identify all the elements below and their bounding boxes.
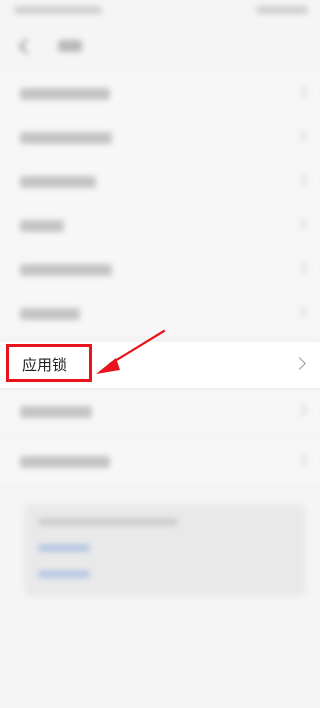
title-bar (0, 28, 320, 68)
card-link[interactable] (38, 544, 90, 552)
arrow-annotation-icon (96, 329, 166, 374)
row-label (20, 456, 110, 468)
card-link[interactable] (38, 570, 90, 578)
chevron-right-icon (293, 216, 309, 232)
settings-row[interactable] (0, 72, 320, 117)
settings-row[interactable] (0, 248, 320, 293)
settings-row[interactable] (0, 116, 320, 161)
chevron-right-icon (293, 84, 309, 100)
chevron-right-icon (293, 357, 306, 370)
row-label (20, 308, 80, 320)
highlight-frame (6, 344, 92, 382)
status-bar (0, 0, 320, 22)
settings-row[interactable] (0, 390, 320, 435)
info-card (24, 504, 306, 596)
chevron-right-icon (293, 402, 309, 418)
chevron-right-icon (293, 128, 309, 144)
status-bar-left (14, 6, 102, 14)
row-label (20, 220, 64, 232)
card-text (38, 518, 178, 526)
chevron-right-icon (293, 304, 309, 320)
row-label (20, 132, 112, 144)
status-bar-right (256, 6, 308, 14)
chevron-right-icon (293, 452, 309, 468)
row-label (20, 406, 92, 418)
settings-screen: 应用锁 (0, 0, 320, 708)
row-label (20, 176, 96, 188)
back-arrow-icon[interactable] (18, 38, 34, 54)
settings-row[interactable] (0, 204, 320, 249)
row-label (20, 88, 110, 100)
settings-row[interactable] (0, 440, 320, 485)
chevron-right-icon (293, 172, 309, 188)
row-label (20, 264, 112, 276)
chevron-right-icon (293, 260, 309, 276)
page-title (58, 40, 82, 52)
settings-row[interactable] (0, 160, 320, 205)
